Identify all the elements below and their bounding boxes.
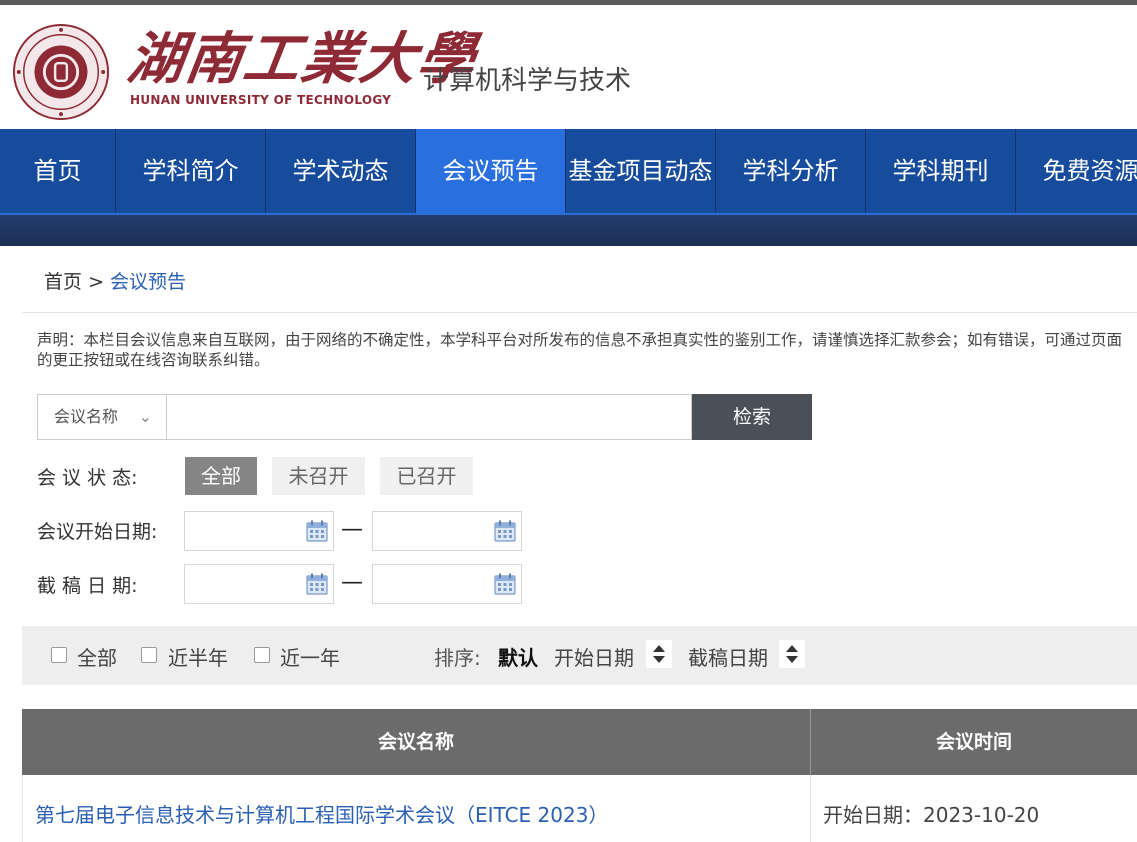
- calendar-icon[interactable]: [493, 572, 517, 596]
- nav-item-home[interactable]: 首页: [0, 129, 116, 213]
- site-title: 计算机科学与技术: [423, 66, 632, 96]
- calendar-icon[interactable]: [493, 519, 517, 543]
- calendar-icon[interactable]: [305, 519, 329, 543]
- status-option-held[interactable]: 已召开: [380, 457, 473, 495]
- breadcrumb: 首页 > 会议预告: [44, 267, 186, 294]
- nav-item-journals[interactable]: 学科期刊: [866, 129, 1016, 213]
- sort-arrows-icon[interactable]: [779, 640, 805, 668]
- nav-item-conference-preview[interactable]: 会议预告: [416, 129, 566, 213]
- filter-sort-bar: 全部 近半年 近一年 排序: 默认 开始日期 截稿日期: [22, 626, 1137, 685]
- nav-item-free-resources[interactable]: 免费资源: [1016, 129, 1137, 213]
- start-date-label: 会议开始日期:: [37, 521, 158, 543]
- column-header-time: 会议时间: [935, 731, 1012, 753]
- breadcrumb-home[interactable]: 首页: [44, 271, 82, 293]
- search-field-select-value: 会议名称: [54, 407, 119, 426]
- nav-item-discipline-intro[interactable]: 学科简介: [116, 129, 266, 213]
- status-label: 会 议 状 态:: [37, 467, 138, 489]
- checkbox-one-year[interactable]: [254, 647, 270, 663]
- start-date-to-input[interactable]: [372, 511, 522, 551]
- conference-title-link[interactable]: 第七届电子信息技术与计算机工程国际学术会议（EITCE 2023）: [35, 799, 608, 828]
- banner-strip: [0, 215, 1137, 246]
- university-seal-logo: [12, 23, 110, 121]
- university-logo-english: HUNAN UNIVERSITY OF TECHNOLOGY: [130, 93, 392, 107]
- checkbox-all-label: 全部: [77, 646, 117, 670]
- date-range-dash: —: [341, 570, 363, 595]
- checkbox-one-year-label: 近一年: [280, 646, 340, 670]
- status-option-all[interactable]: 全部: [185, 457, 257, 495]
- start-date-from-input[interactable]: [184, 511, 334, 551]
- table-row: 第七届电子信息技术与计算机工程国际学术会议（EITCE 2023） 开始日期：2…: [22, 775, 1137, 842]
- site-header: 湖南工業大學 HUNAN UNIVERSITY OF TECHNOLOGY 计算…: [0, 5, 1137, 129]
- search-button[interactable]: 检索: [692, 394, 812, 440]
- nav-item-discipline-analysis[interactable]: 学科分析: [716, 129, 866, 213]
- status-option-upcoming[interactable]: 未召开: [272, 457, 365, 495]
- search-input[interactable]: [167, 394, 692, 440]
- column-divider: [810, 775, 811, 842]
- chevron-down-icon: ⌄: [138, 407, 152, 426]
- conference-start-date: 开始日期：2023-10-20: [823, 803, 1040, 827]
- sort-arrows-icon[interactable]: [646, 640, 672, 668]
- checkbox-half-year-label: 近半年: [168, 646, 228, 670]
- deadline-to-input[interactable]: [372, 564, 522, 604]
- date-range-dash: —: [341, 517, 363, 542]
- sort-deadline[interactable]: 截稿日期: [688, 642, 768, 671]
- breadcrumb-current[interactable]: 会议预告: [110, 271, 186, 293]
- table-header: 会议名称 会议时间: [22, 709, 1137, 775]
- checkbox-all[interactable]: [51, 647, 67, 663]
- search-field-select[interactable]: 会议名称 ⌄: [37, 394, 167, 440]
- deadline-from-input[interactable]: [184, 564, 334, 604]
- column-header-name: 会议名称: [377, 731, 454, 753]
- sort-start-date[interactable]: 开始日期: [554, 642, 634, 671]
- nav-item-fund-projects[interactable]: 基金项目动态: [566, 129, 716, 213]
- breadcrumb-separator: >: [88, 271, 104, 293]
- sort-default[interactable]: 默认: [498, 642, 538, 671]
- nav-item-academic-news[interactable]: 学术动态: [266, 129, 416, 213]
- sort-label: 排序:: [434, 646, 481, 670]
- checkbox-half-year[interactable]: [141, 647, 157, 663]
- main-nav: 首页 学科简介 学术动态 会议预告 基金项目动态 学科分析 学科期刊 免费资源: [0, 129, 1137, 215]
- divider: [22, 312, 1137, 313]
- calendar-icon[interactable]: [305, 572, 329, 596]
- disclaimer-notice: 声明：本栏目会议信息来自互联网，由于网络的不确定性，本学科平台对所发布的信息不承…: [37, 331, 1123, 369]
- deadline-label: 截 稿 日 期:: [37, 575, 138, 597]
